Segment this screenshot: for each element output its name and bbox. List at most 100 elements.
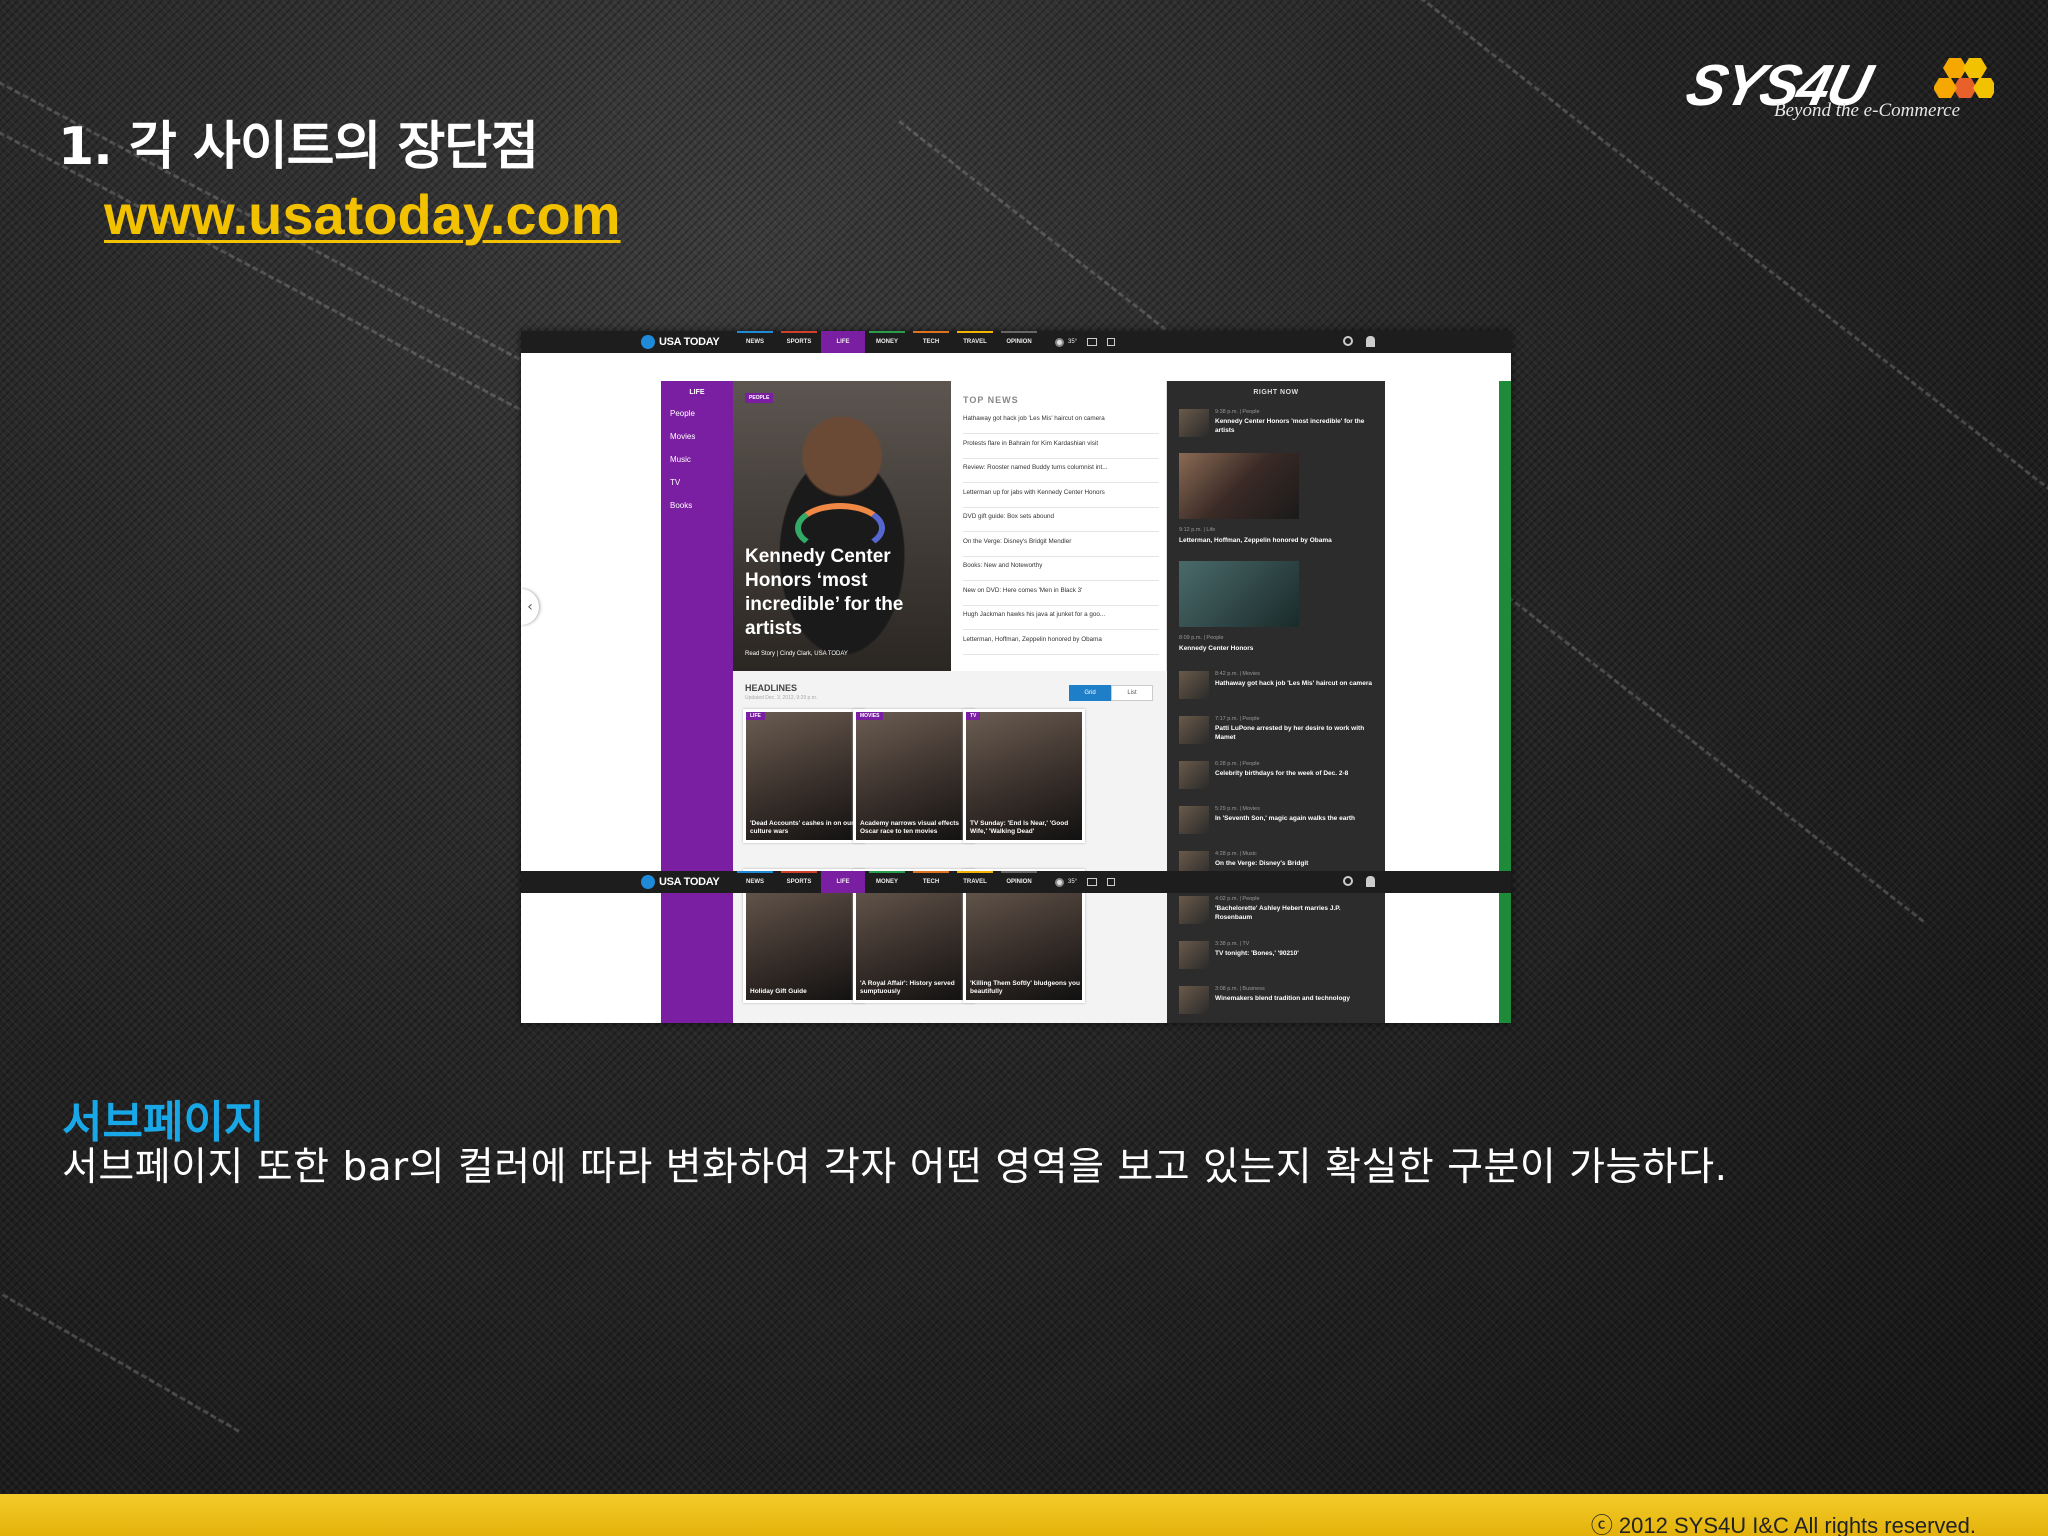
nav-item-money[interactable]: MONEY [865,871,909,893]
usatoday-logo[interactable]: USA TODAY [641,875,733,889]
list-view-button[interactable]: List [1111,685,1153,701]
right-now-video-thumb[interactable] [1179,453,1299,519]
photo-time: 8:09 p.m. | People [1179,635,1224,641]
nav-item-tech[interactable]: TECH [909,871,953,893]
right-now-item[interactable]: 5:29 p.m. | Movies In 'Seventh Son,' magi… [1179,806,1379,838]
nav-item-sports[interactable]: SPORTS [777,871,821,893]
top-news-heading: TOP NEWS [963,395,1019,405]
next-section-strip[interactable] [1499,381,1511,1023]
grid-icon[interactable] [1107,338,1116,346]
calendar-icon[interactable] [1087,338,1098,346]
photo-caption[interactable]: Kennedy Center Honors [1179,645,1253,652]
sidebar-item-people[interactable]: People [670,409,695,418]
top-news-item[interactable]: Letterman, Hoffman, Zeppelin honored by … [963,630,1159,655]
nav-item-travel[interactable]: TRAVEL [953,331,997,353]
hero-story[interactable]: PEOPLE Kennedy Center Honors ‘most incre… [733,381,951,671]
right-now-item[interactable]: 3:38 p.m. | TV TV tonight: 'Bones,' '9021… [1179,941,1379,973]
right-now-photo-thumb[interactable] [1179,561,1299,627]
item-time: 4:02 p.m. | People [1215,896,1260,902]
user-icon[interactable] [1366,876,1375,887]
right-now-item[interactable]: 4:02 p.m. | People 'Bachelorette' Ashley … [1179,896,1379,928]
thumbnail [1179,941,1209,969]
nav-item-tech[interactable]: TECH [909,331,953,353]
weather-temp: 35° [1068,339,1078,345]
prev-arrow-button[interactable]: ‹ [521,589,539,625]
hero-title[interactable]: Kennedy Center Honors ‘most incredible’ … [745,545,945,641]
calendar-icon[interactable] [1087,878,1098,886]
card-caption: 'A Royal Affair': History served sumptuo… [860,980,955,995]
headline-card[interactable]: LIFE 'Dead Accounts' cashes in on our cul… [743,709,865,843]
top-news-item[interactable]: Letterman up for jabs with Kennedy Cente… [963,483,1159,508]
card-caption: Holiday Gift Guide [750,988,807,995]
item-text: Patti LuPone arrested by her desire to w… [1215,725,1365,741]
nav-item-money[interactable]: MONEY [865,331,909,353]
headline-card[interactable]: TV TV Sunday: 'End Is Near,' 'Good Wife,'… [963,709,1085,843]
top-news-item[interactable]: Protests flare in Bahrain for Kim Kardas… [963,434,1159,459]
card-caption: TV Sunday: 'End Is Near,' 'Good Wife,' '… [970,820,1069,835]
top-news-item[interactable]: Hathaway got hack job 'Les Mis' haircut … [963,409,1159,434]
nav-item-life[interactable]: LIFE [821,871,865,893]
grid-icon[interactable] [1107,878,1116,886]
item-text: Hathaway got hack job 'Les Mis' haircut … [1215,680,1372,687]
hero-credit[interactable]: Read Story | Cindy Clark, USA TODAY [745,651,848,657]
sys4u-logo: SYS4U Beyond the e-Commerce [1680,53,1994,126]
grid-view-button[interactable]: Grid [1069,685,1111,701]
search-icon[interactable] [1343,336,1353,346]
nav-item-opinion[interactable]: OPINION [997,871,1041,893]
user-icon[interactable] [1366,336,1375,347]
sidebar-heading: LIFE [689,389,705,396]
item-text: In 'Seventh Son,' magic again walks the … [1215,815,1355,822]
item-time: 6:28 p.m. | People [1215,761,1260,767]
sun-icon [1055,337,1064,347]
top-news-item[interactable]: Books: New and Noteworthy [963,556,1159,581]
nav-item-travel[interactable]: TRAVEL [953,871,997,893]
sidebar-item-books[interactable]: Books [670,501,692,510]
item-time: 3:38 p.m. | TV [1215,941,1250,947]
card-tag: TV [966,712,981,720]
thumbnail [1179,716,1209,744]
headline-card[interactable]: MOVIES Academy narrows visual effects Osc… [853,709,975,843]
logo-tagline: Beyond the e-Commerce [1774,100,1961,121]
brand-label: USA TODAY [659,876,720,888]
video-caption[interactable]: Letterman, Hoffman, Zeppelin honored by … [1179,537,1332,544]
card-tag: LIFE [746,712,765,720]
search-icon[interactable] [1343,876,1353,886]
card-caption: 'Killing Them Softly' bludgeons you beau… [970,980,1080,995]
sticky-nav-bar: USA TODAY NEWS SPORTS LIFE MONEY TECH TRAVEL O… [521,871,1511,893]
nav-item-life[interactable]: LIFE [821,331,865,353]
right-now-panel: RIGHT NOW 9:38 p.m. | People Kennedy Cen… [1167,381,1385,1023]
usatoday-logo[interactable]: USA TODAY [641,335,733,349]
sidebar-item-music[interactable]: Music [670,455,691,464]
right-now-item[interactable]: 9:38 p.m. | People Kennedy Center Honors… [1179,409,1379,439]
nav-item-sports[interactable]: SPORTS [777,331,821,353]
nav-item-news[interactable]: NEWS [733,871,777,893]
usatoday-dot-icon [641,875,655,889]
right-now-item[interactable]: 3:08 p.m. | Business Winemakers blend tra… [1179,986,1379,1018]
site-url-link[interactable]: www.usatoday.com [104,182,621,247]
life-sidebar: LIFE People Movies Music TV Books [661,381,733,1023]
video-time: 9:12 p.m. | Life [1179,527,1216,533]
hexagon-cluster-icon [1934,58,1994,98]
weather-widget[interactable]: 35° [1055,337,1078,347]
sidebar-item-tv[interactable]: TV [670,478,680,487]
top-news-item[interactable]: On the Verge: Disney's Bridgit Mendler [963,532,1159,557]
headlines-updated: Updated Dec. 3, 2012, 9:29 p.m. [745,695,818,701]
nav-item-news[interactable]: NEWS [733,331,777,353]
top-news-item[interactable]: New on DVD: Here comes 'Men in Black 3' [963,581,1159,606]
item-text: TV tonight: 'Bones,' '90210' [1215,950,1299,957]
weather-widget[interactable]: 35° [1055,877,1077,887]
right-now-item[interactable]: 6:28 p.m. | People Celebrity birthdays fo… [1179,761,1379,793]
sidebar-item-movies[interactable]: Movies [670,432,695,441]
top-news-panel: TOP NEWS Hathaway got hack job 'Les Mis'… [951,381,1167,671]
top-news-item[interactable]: Hugh Jackman hawks his java at junket fo… [963,605,1159,630]
right-now-item[interactable]: 7:17 p.m. | People Patti LuPone arrested … [1179,716,1379,748]
item-text: 'Bachelorette' Ashley Hebert marries J.P… [1215,905,1341,921]
right-now-item[interactable]: 8:42 p.m. | Movies Hathaway got hack job … [1179,671,1379,703]
top-news-item[interactable]: DVD gift guide: Box sets abound [963,507,1159,532]
item-text: Celebrity birthdays for the week of Dec.… [1215,770,1349,777]
headlines-title: HEADLINES [745,683,798,693]
stitch-line [0,1280,240,1433]
nav-item-opinion[interactable]: OPINION [997,331,1041,353]
slide-background: 1. 각 사이트의 장단점 www.usatoday.com SYS4U Bey… [0,0,2048,1536]
top-news-item[interactable]: Review: Rooster named Buddy turns column… [963,458,1159,483]
